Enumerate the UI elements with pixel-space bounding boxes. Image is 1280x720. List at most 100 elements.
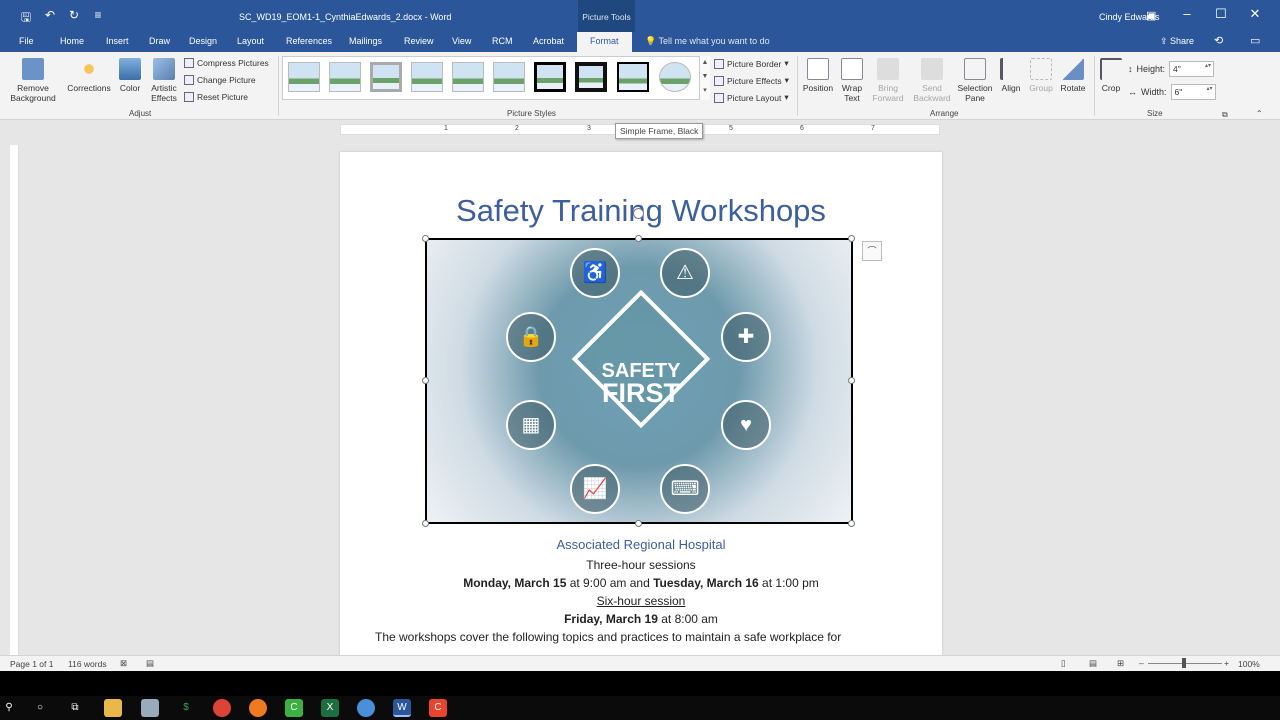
style-soft-edge[interactable] bbox=[493, 62, 525, 92]
resize-handle-s[interactable] bbox=[635, 520, 642, 527]
redo-icon[interactable]: ↻ bbox=[66, 8, 82, 29]
tab-layout[interactable]: Layout bbox=[237, 36, 264, 46]
picture-border-button[interactable]: Picture Border ▾ bbox=[714, 58, 789, 69]
maximize-icon[interactable]: ☐ bbox=[1206, 6, 1236, 22]
recorder-icon[interactable]: C bbox=[429, 699, 447, 717]
wrap-text-button[interactable]: Wrap Text bbox=[838, 58, 866, 103]
picture-layout-button[interactable]: Picture Layout ▾ bbox=[714, 92, 789, 103]
body-paragraph[interactable]: The workshops cover the following topics… bbox=[375, 630, 915, 644]
group-button[interactable]: Group bbox=[1027, 58, 1055, 93]
style-simple-frame-white[interactable] bbox=[288, 62, 320, 92]
height-input[interactable]: 4" bbox=[1169, 61, 1215, 77]
tab-design[interactable]: Design bbox=[189, 36, 217, 46]
resize-handle-n[interactable] bbox=[635, 235, 642, 242]
reset-picture-button[interactable]: Reset Picture bbox=[184, 92, 248, 102]
resize-handle-nw[interactable] bbox=[422, 235, 429, 242]
cortana-icon[interactable]: ○ bbox=[31, 699, 49, 717]
style-drop-shadow[interactable] bbox=[411, 62, 443, 92]
style-oval[interactable] bbox=[659, 62, 691, 92]
send-backward-button[interactable]: Send Backward bbox=[908, 58, 956, 103]
align-button[interactable]: Align bbox=[998, 58, 1024, 93]
gallery-more-icon[interactable]: ▾ bbox=[703, 87, 707, 94]
web-layout-icon[interactable]: ⊞ bbox=[1117, 658, 1124, 669]
tab-view[interactable]: View bbox=[452, 36, 471, 46]
hospital-name[interactable]: Associated Regional Hospital bbox=[340, 537, 942, 552]
tab-rcm[interactable]: RCM bbox=[492, 36, 513, 46]
zoom-in-icon[interactable]: + bbox=[1224, 658, 1229, 668]
minimize-icon[interactable]: – bbox=[1172, 6, 1202, 21]
file-explorer-icon[interactable] bbox=[104, 699, 122, 717]
tab-home[interactable]: Home bbox=[60, 36, 84, 46]
tab-file[interactable]: File bbox=[19, 36, 34, 46]
layout-options-icon[interactable]: ⌒ bbox=[862, 241, 882, 261]
position-button[interactable]: Position bbox=[800, 58, 836, 93]
word-count[interactable]: 116 words bbox=[68, 659, 107, 669]
selection-pane-button[interactable]: Selection Pane bbox=[955, 58, 995, 103]
artistic-effects-button[interactable]: Artistic Effects bbox=[146, 58, 182, 103]
tab-format[interactable]: Format bbox=[577, 32, 632, 52]
excel-icon[interactable]: X bbox=[321, 699, 339, 717]
resize-handle-e[interactable] bbox=[848, 377, 855, 384]
remove-background-button[interactable]: Remove Background bbox=[8, 58, 58, 103]
style-reflected[interactable] bbox=[452, 62, 484, 92]
resize-handle-se[interactable] bbox=[848, 520, 855, 527]
tab-draw[interactable]: Draw bbox=[149, 36, 170, 46]
change-picture-button[interactable]: Change Picture bbox=[184, 75, 256, 85]
word-icon[interactable]: W bbox=[393, 699, 411, 717]
share-button[interactable]: ⇪ Share bbox=[1160, 36, 1194, 47]
undo-icon[interactable]: ↶ bbox=[42, 8, 58, 29]
search-icon[interactable]: ⚲ bbox=[0, 699, 18, 717]
money-app-icon[interactable]: $ bbox=[177, 699, 195, 717]
three-hour-sessions[interactable]: Three-hour sessions bbox=[340, 558, 942, 572]
read-mode-icon[interactable]: ▯ bbox=[1061, 658, 1066, 669]
corrections-button[interactable]: Corrections bbox=[66, 58, 112, 93]
color-button[interactable]: Color bbox=[116, 58, 144, 93]
resize-handle-ne[interactable] bbox=[848, 235, 855, 242]
dates-line-2[interactable]: Friday, March 19 at 8:00 am bbox=[340, 612, 942, 626]
bring-forward-button[interactable]: Bring Forward bbox=[866, 58, 910, 103]
print-layout-icon[interactable]: ▤ bbox=[1089, 658, 1097, 669]
network-app-icon[interactable] bbox=[357, 699, 375, 717]
zoom-slider-thumb[interactable] bbox=[1182, 658, 1186, 668]
page-count[interactable]: Page 1 of 1 bbox=[10, 659, 53, 669]
style-thick-matte-black[interactable] bbox=[575, 62, 607, 92]
tab-mailings[interactable]: Mailings bbox=[349, 36, 382, 46]
task-view-icon[interactable]: ⧉ bbox=[66, 699, 84, 717]
camtasia-icon[interactable]: C bbox=[285, 699, 303, 717]
macro-icon[interactable]: ▤ bbox=[146, 658, 154, 669]
resize-handle-sw[interactable] bbox=[422, 520, 429, 527]
rotate-handle-icon[interactable] bbox=[633, 208, 644, 219]
tell-me-search[interactable]: 💡 Tell me what you want to do bbox=[645, 36, 770, 47]
comments-icon[interactable]: ▭ bbox=[1250, 34, 1260, 47]
scroll-down-icon[interactable]: ▼ bbox=[702, 73, 709, 80]
close-icon[interactable]: ✕ bbox=[1240, 6, 1270, 22]
proofing-icon[interactable]: ⊠ bbox=[120, 658, 127, 669]
tab-references[interactable]: References bbox=[286, 36, 332, 46]
chrome-icon[interactable] bbox=[213, 699, 231, 717]
style-simple-frame-black[interactable] bbox=[617, 62, 649, 92]
ribbon-display-icon[interactable]: ▣ bbox=[1146, 9, 1156, 22]
scroll-up-icon[interactable]: ▲ bbox=[702, 59, 709, 66]
rotate-button[interactable]: Rotate bbox=[1058, 58, 1088, 93]
collapse-ribbon-icon[interactable]: ⌃ bbox=[1256, 109, 1263, 118]
snipping-icon[interactable] bbox=[141, 699, 159, 717]
style-metal-frame[interactable] bbox=[370, 62, 402, 92]
tab-acrobat[interactable]: Acrobat bbox=[533, 36, 564, 46]
compress-pictures-button[interactable]: Compress Pictures bbox=[184, 58, 269, 68]
tab-insert[interactable]: Insert bbox=[106, 36, 129, 46]
width-input[interactable]: 6" bbox=[1170, 84, 1216, 100]
customize-qat-icon[interactable]: ≡ bbox=[90, 8, 106, 29]
six-hour-session[interactable]: Six-hour session bbox=[340, 594, 942, 608]
firefox-icon[interactable] bbox=[249, 699, 267, 717]
dates-line-1[interactable]: Monday, March 15 at 9:00 am and Tuesday,… bbox=[340, 576, 942, 590]
style-beveled-matte[interactable] bbox=[329, 62, 361, 92]
history-icon[interactable]: ⟲ bbox=[1214, 34, 1223, 47]
crop-button[interactable]: Crop bbox=[1097, 58, 1125, 93]
size-launcher-icon[interactable]: ⧉ bbox=[1222, 110, 1228, 120]
safety-first-picture[interactable]: SAFETY FIRST ♿ ⚠ 🔒 ✚ ▦ ♥ 📈 ⌨ bbox=[425, 238, 853, 524]
style-double-frame-black[interactable] bbox=[534, 62, 566, 92]
picture-effects-button[interactable]: Picture Effects ▾ bbox=[714, 75, 789, 86]
tab-review[interactable]: Review bbox=[404, 36, 434, 46]
resize-handle-w[interactable] bbox=[422, 377, 429, 384]
zoom-level[interactable]: 100% bbox=[1238, 659, 1260, 669]
